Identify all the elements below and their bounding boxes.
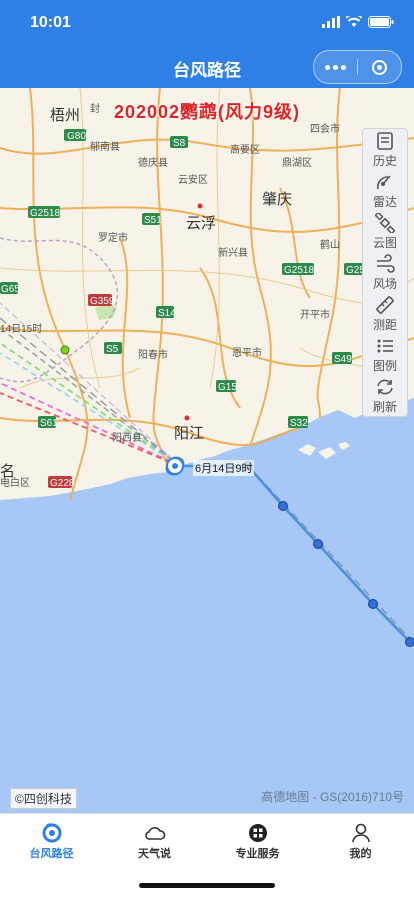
cloud-icon: [144, 822, 166, 844]
tool-wind[interactable]: 风场: [363, 252, 407, 293]
tool-refresh[interactable]: 刷新: [363, 375, 407, 416]
road-label: S51: [144, 215, 162, 226]
road-label: S49: [334, 354, 352, 365]
refresh-icon: [375, 377, 395, 397]
tool-label: 雷达: [373, 193, 397, 210]
tool-ruler[interactable]: 测距: [363, 293, 407, 334]
island: [298, 444, 316, 456]
track-time-label: 6月14日9时: [193, 460, 254, 476]
tab-typhoon-path[interactable]: 台风路径: [0, 814, 103, 864]
grid-icon: [247, 822, 269, 844]
tab-mine[interactable]: 我的: [309, 814, 412, 864]
city-dot: [198, 204, 203, 209]
place-label: 电白区: [0, 476, 30, 489]
track-point: [314, 540, 323, 549]
road-label: S32: [290, 418, 308, 429]
home-indicator: [139, 883, 275, 888]
place-label: 德庆县: [138, 156, 168, 169]
road-label: S14: [158, 308, 176, 319]
wind-icon: [375, 254, 395, 274]
tool-legend[interactable]: 图例: [363, 334, 407, 375]
place-label: 鹤山: [320, 238, 340, 251]
place-label: 云安区: [178, 173, 208, 186]
tool-label: 刷新: [373, 398, 397, 415]
place-label: 阳西县: [112, 432, 142, 444]
tool-label: 图例: [373, 357, 397, 374]
typhoon-icon: [166, 458, 183, 475]
tab-bar: 台风路径 天气说 专业服务 我的: [0, 813, 414, 897]
track-point: [279, 502, 288, 511]
place-label: 云浮: [186, 215, 216, 232]
typhoon-title: 202002鹦鹉(风力9级): [0, 98, 414, 124]
road-label: S8: [173, 138, 186, 149]
status-icons: [322, 14, 394, 30]
nav-bar: 台风路径: [0, 44, 414, 88]
island: [338, 442, 350, 450]
map-canvas[interactable]: 梧州 云浮 肇庆 阳江 名 郁南县 德庆县 云安区 罗定市 新兴县 鼎湖区 四会…: [0, 88, 414, 813]
road-label: S61: [40, 418, 58, 429]
map-view[interactable]: 梧州 云浮 肇庆 阳江 名 郁南县 德庆县 云安区 罗定市 新兴县 鼎湖区 四会…: [0, 88, 414, 813]
wifi-icon: [346, 16, 362, 28]
map-tool-panel: 历史 雷达 云图 风场 测距 图例 刷新: [362, 128, 408, 417]
road-label: S5: [106, 344, 119, 355]
typhoon-track-line: [180, 466, 410, 642]
place-label: 14日15时: [0, 323, 42, 335]
close-miniprogram-icon[interactable]: [358, 51, 401, 83]
road-label: G80: [67, 131, 86, 142]
forecast-point: [61, 346, 69, 354]
signal-icon: [322, 16, 340, 28]
place-label: 罗定市: [98, 231, 128, 244]
road-label: G228: [50, 478, 75, 489]
typhoon-icon: [41, 822, 63, 844]
tab-label: 台风路径: [0, 845, 103, 861]
tool-label: 风场: [373, 275, 397, 292]
place-label: 恩平市: [232, 346, 262, 359]
road-label: G359: [90, 296, 115, 307]
track-point: [406, 638, 414, 647]
place-label: 肇庆: [262, 191, 292, 208]
tab-label: 专业服务: [206, 845, 309, 861]
copyright-label: ©四创科技: [10, 788, 77, 809]
place-label: 鼎湖区: [282, 157, 312, 169]
tool-label: 云图: [373, 234, 397, 251]
road-label: G65: [1, 284, 20, 295]
tool-history[interactable]: 历史: [363, 129, 407, 170]
place-label: 新兴县: [218, 246, 248, 259]
place-label: 阳春市: [138, 348, 168, 361]
more-icon[interactable]: [314, 51, 357, 83]
island: [318, 447, 336, 459]
tool-satellite[interactable]: 云图: [363, 211, 407, 252]
road-label: G2518: [30, 208, 60, 219]
ruler-icon: [375, 295, 395, 315]
tool-label: 测距: [373, 316, 397, 333]
tab-weather[interactable]: 天气说: [103, 814, 206, 864]
tab-label: 天气说: [103, 845, 206, 861]
road-label: G15: [218, 382, 237, 393]
miniprogram-capsule: [313, 50, 402, 84]
map-credit: 高德地图 - GS(2016)710号: [261, 788, 404, 805]
city-dot: [185, 416, 190, 421]
tool-label: 历史: [373, 152, 397, 169]
status-time: 10:01: [30, 14, 71, 32]
satellite-icon: [375, 213, 395, 233]
track-point: [369, 600, 378, 609]
place-label: 高要区: [230, 143, 260, 156]
status-bar: 10:01: [0, 0, 414, 44]
radar-icon: [375, 172, 395, 192]
person-icon: [350, 822, 372, 844]
road-label: G2518: [284, 265, 314, 276]
place-label: 郁南县: [90, 140, 120, 153]
battery-icon: [368, 16, 394, 28]
history-icon: [375, 131, 395, 151]
tab-professional[interactable]: 专业服务: [206, 814, 309, 864]
place-label: 开平市: [300, 308, 330, 321]
tool-radar[interactable]: 雷达: [363, 170, 407, 211]
place-label: 阳江: [174, 425, 204, 442]
tab-label: 我的: [309, 845, 412, 861]
legend-icon: [375, 336, 395, 356]
